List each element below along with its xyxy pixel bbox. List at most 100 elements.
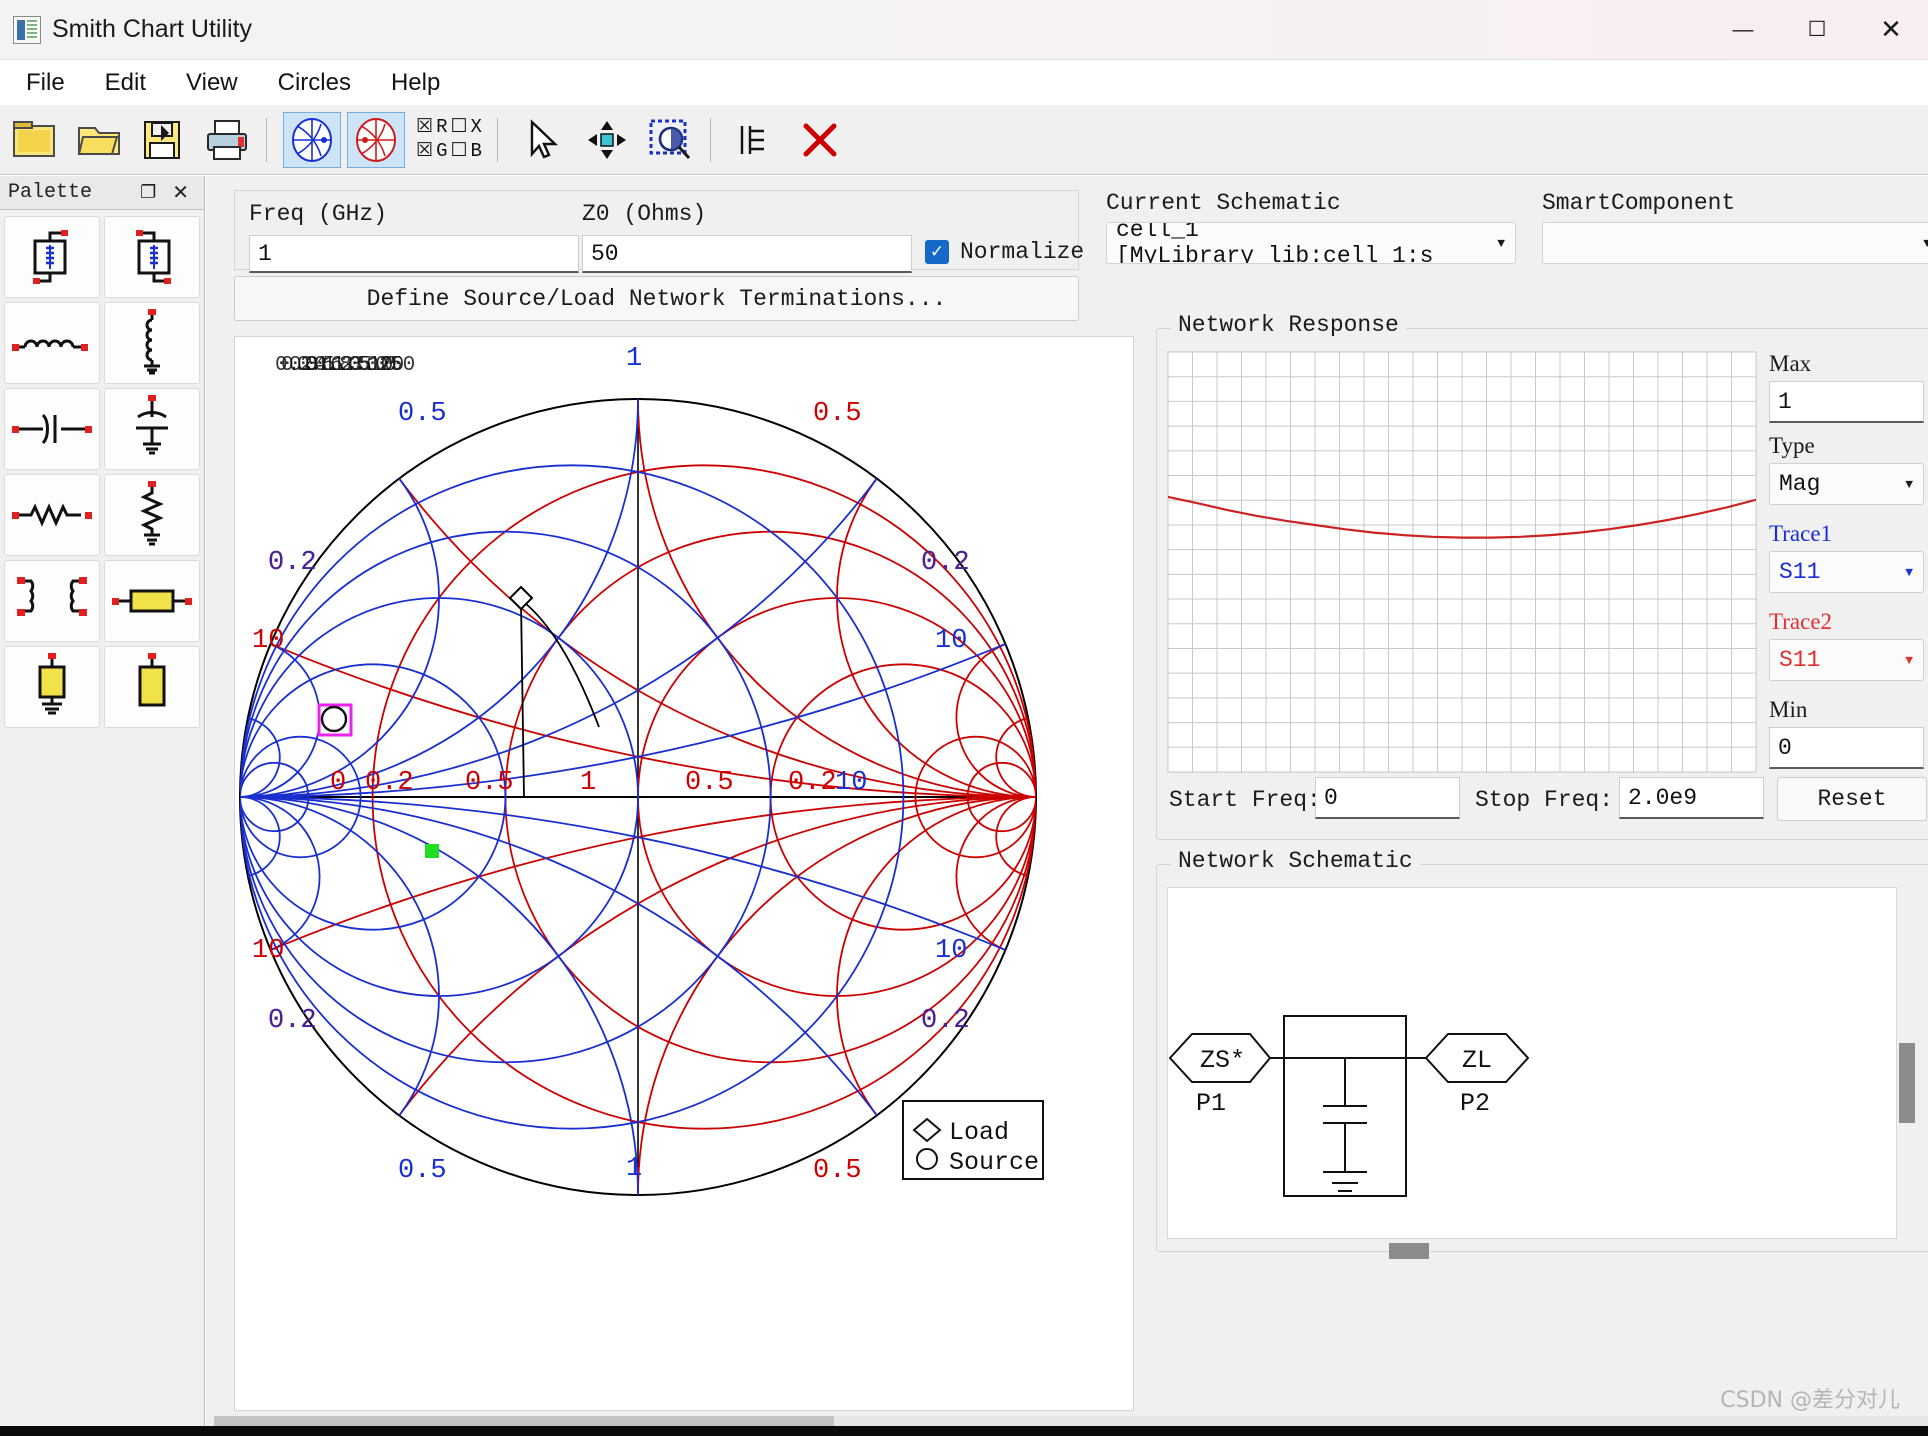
smith-legend: Load Source [902,1100,1044,1180]
smith-label-lr-05: 0.5 [813,1156,862,1186]
select-arrow-icon[interactable] [514,112,572,168]
type-value: Mag [1779,471,1821,497]
network-response-plot[interactable] [1167,351,1757,773]
chevron-down-icon-type: ▼ [1905,476,1913,492]
svg-text:0.2: 0.2 [268,1006,317,1036]
menu-file[interactable]: File [6,60,85,105]
overlapping-axis-labels: 0.2 0.3 0.4 0.5 0.6 0.8 1.0 1.5 2.0 3.0 … [275,354,415,377]
parameters-panel: Freq (GHz) 1 Z0 (Ohms) 50 ✓ Normalize [234,190,1084,273]
network-schematic-title: Network Schematic [1171,848,1420,874]
smith-label-ur-05: 0.5 [813,399,862,429]
start-freq-input[interactable]: 0 [1315,777,1460,819]
svg-text:0.5: 0.5 [465,768,514,798]
trace1-combo[interactable]: S11 ▼ [1769,551,1924,593]
menu-bar: File Edit View Circles Help [0,60,1928,105]
toolbar: ☒ R ☐ X ☒ G ☐ B [0,105,1928,175]
label-r: R [436,116,448,138]
svg-text:0.2: 0.2 [268,548,317,578]
open-file-icon[interactable] [70,112,128,168]
type-label: Type [1769,433,1815,458]
smartcomponent-combo[interactable]: ▼ [1542,222,1928,264]
stop-freq-label: Stop Freq: [1475,787,1614,813]
svg-text:1: 1 [580,768,596,798]
current-schematic-label: Current Schematic [1106,190,1341,216]
main-area: Freq (GHz) 1 Z0 (Ohms) 50 ✓ Normalize De… [206,176,1928,1436]
palette-item-series-transmission-line[interactable] [104,560,200,642]
palette-restore-icon[interactable]: ❐ [133,182,163,203]
menu-circles[interactable]: Circles [258,60,371,105]
minimize-button[interactable]: — [1706,0,1780,60]
palette-item-shunt-capacitor[interactable] [104,388,200,470]
define-terminations-button[interactable]: Define Source/Load Network Terminations.… [234,276,1079,321]
network-schematic-canvas[interactable]: ZS* P1 ZL P2 [1167,887,1897,1239]
checkbox-g-icon[interactable]: ☒ [416,142,433,161]
schematic-vertical-scrollbar-thumb[interactable] [1899,1043,1915,1123]
trace2-combo[interactable]: S11 ▼ [1769,639,1924,681]
app-icon [13,15,41,44]
svg-text:Load: Load [949,1118,1009,1147]
normalize-label: Normalize [960,239,1085,265]
trace2-label: Trace2 [1769,609,1833,634]
chevron-down-icon-trace1: ▼ [1905,564,1913,580]
palette-item-shorted-stub[interactable] [4,646,100,728]
svg-text:ZS*: ZS* [1200,1046,1245,1075]
min-label: Min [1769,697,1808,722]
palette-item-transformer[interactable] [4,560,100,642]
chevron-down-icon-2: ▼ [1923,236,1928,251]
current-schematic-combo[interactable]: cell_1 [MyLibrary_lib:cell_1:s ▼ [1106,222,1516,264]
palette-close-icon[interactable]: ✕ [165,180,196,205]
menu-edit[interactable]: Edit [85,60,166,105]
checkbox-x-icon[interactable]: ☐ [451,118,468,137]
ground-icon[interactable] [727,112,785,168]
save-file-icon[interactable] [134,112,192,168]
z0-input[interactable]: 50 [582,235,912,273]
load-port-symbol: ZL P2 [1424,1033,1530,1118]
delete-icon[interactable] [791,112,849,168]
network-schematic-panel: Network Schematic ZS* P1 ZL P2 [1156,848,1928,1259]
normalize-checkbox[interactable]: ✓ [925,240,949,264]
menu-help[interactable]: Help [371,60,460,105]
print-icon[interactable] [198,112,256,168]
close-button[interactable]: ✕ [1854,0,1928,60]
toolbar-separator [266,117,267,162]
smartcomponent-label: SmartComponent [1542,190,1736,216]
palette-item-series-capacitor[interactable] [4,388,100,470]
rx-gb-toggle-icon[interactable]: ☒ R ☐ X ☒ G ☐ B [411,112,487,168]
palette-item-series-ind-box[interactable] [4,216,100,298]
smith-label-ul-05: 0.5 [398,399,447,429]
type-combo[interactable]: Mag ▼ [1769,463,1924,505]
impedance-chart-icon[interactable] [347,111,405,168]
freq-input[interactable]: 1 [249,235,579,273]
svg-text:0.5: 0.5 [685,768,734,798]
trace1-value: S11 [1779,559,1821,585]
palette-item-series-inductor[interactable] [4,302,100,384]
trace1-label: Trace1 [1769,521,1833,546]
schematic-horizontal-scrollbar-thumb[interactable] [1389,1243,1429,1259]
reset-button[interactable]: Reset [1777,777,1927,821]
chevron-down-icon: ▼ [1497,235,1505,251]
palette-item-series-resistor[interactable] [4,474,100,556]
new-file-icon[interactable] [6,112,64,168]
current-schematic-value: cell_1 [MyLibrary_lib:cell_1:s [1116,222,1434,264]
svg-text:Source: Source [949,1148,1039,1177]
trace2-value: S11 [1779,647,1821,673]
zoom-region-icon[interactable] [642,112,700,168]
max-input[interactable]: 1 [1769,381,1924,423]
pan-move-icon[interactable] [578,112,636,168]
palette-item-shunt-inductor[interactable] [104,302,200,384]
smith-chart-canvas[interactable]: 1 1 0.5 0.5 0.5 0.5 0.2 0.2 0.2 0.2 0.2 … [234,336,1134,1411]
palette-item-open-stub[interactable] [104,646,200,728]
admittance-chart-icon[interactable] [283,111,341,168]
label-b: B [470,140,482,162]
menu-view[interactable]: View [166,60,258,105]
min-input[interactable]: 0 [1769,727,1924,769]
palette-item-shunt-resistor[interactable] [104,474,200,556]
stop-freq-input[interactable]: 2.0e9 [1619,777,1764,819]
toolbar-separator-2 [497,117,498,162]
svg-text:P2: P2 [1460,1089,1490,1118]
palette-item-shunt-ind-box[interactable] [104,216,200,298]
svg-text:ZL: ZL [1462,1046,1492,1075]
checkbox-b-icon[interactable]: ☐ [451,142,468,161]
checkbox-r-icon[interactable]: ☒ [416,118,433,137]
maximize-button[interactable]: ☐ [1780,0,1854,60]
